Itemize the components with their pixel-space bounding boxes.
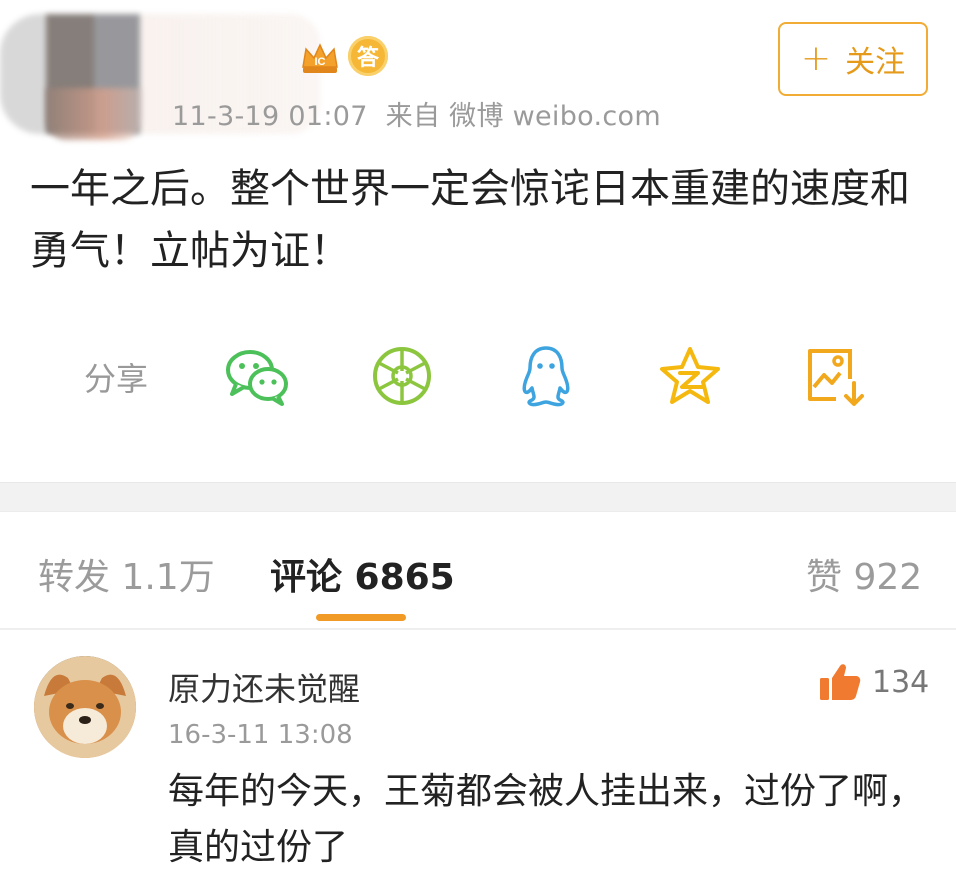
wechat-icon[interactable]	[224, 344, 292, 408]
comment-like-count: 134	[872, 664, 930, 700]
crown-icon: IC	[300, 38, 340, 78]
follow-label: 关注	[845, 45, 906, 80]
tabs-divider	[0, 628, 956, 630]
save-image-icon[interactable]	[800, 344, 868, 408]
qq-icon[interactable]	[512, 344, 580, 408]
tab-comments[interactable]: 评论 6865	[270, 548, 455, 600]
moments-icon[interactable]	[368, 344, 436, 408]
comment-like-button[interactable]: 134	[818, 662, 929, 702]
post-source: 来自 微博 weibo.com	[385, 101, 661, 132]
commenter-avatar[interactable]	[34, 656, 136, 758]
section-divider	[0, 482, 956, 512]
share-label: 分享	[84, 360, 149, 398]
author-avatar[interactable]	[46, 88, 142, 140]
tab-repost[interactable]: 转发 1.1万	[38, 548, 215, 600]
comment-timestamp: 16-3-11 13:08	[168, 720, 353, 750]
plus-icon: +	[800, 38, 832, 79]
qzone-icon[interactable]	[656, 344, 724, 408]
commenter-name[interactable]: 原力还未觉醒	[168, 664, 360, 710]
answer-badge-icon: 答	[348, 36, 388, 76]
post-timestamp: 11-3-19 01:07	[172, 101, 368, 132]
post-meta: 11-3-19 01:07 来自 微博 weibo.com	[172, 94, 661, 133]
thumbs-up-icon	[820, 664, 861, 700]
tab-likes[interactable]: 赞 922	[806, 548, 922, 600]
comment-text: 每年的今天，王菊都会被人挂出来，过份了啊，真的过份了	[168, 771, 925, 868]
active-tab-indicator	[316, 614, 406, 621]
follow-button[interactable]: + 关注	[778, 22, 928, 96]
post-text: 一年之后。整个世界一定会惊诧日本重建的速度和勇气！立帖为证！	[30, 166, 910, 274]
svg-text:IC: IC	[315, 56, 326, 68]
